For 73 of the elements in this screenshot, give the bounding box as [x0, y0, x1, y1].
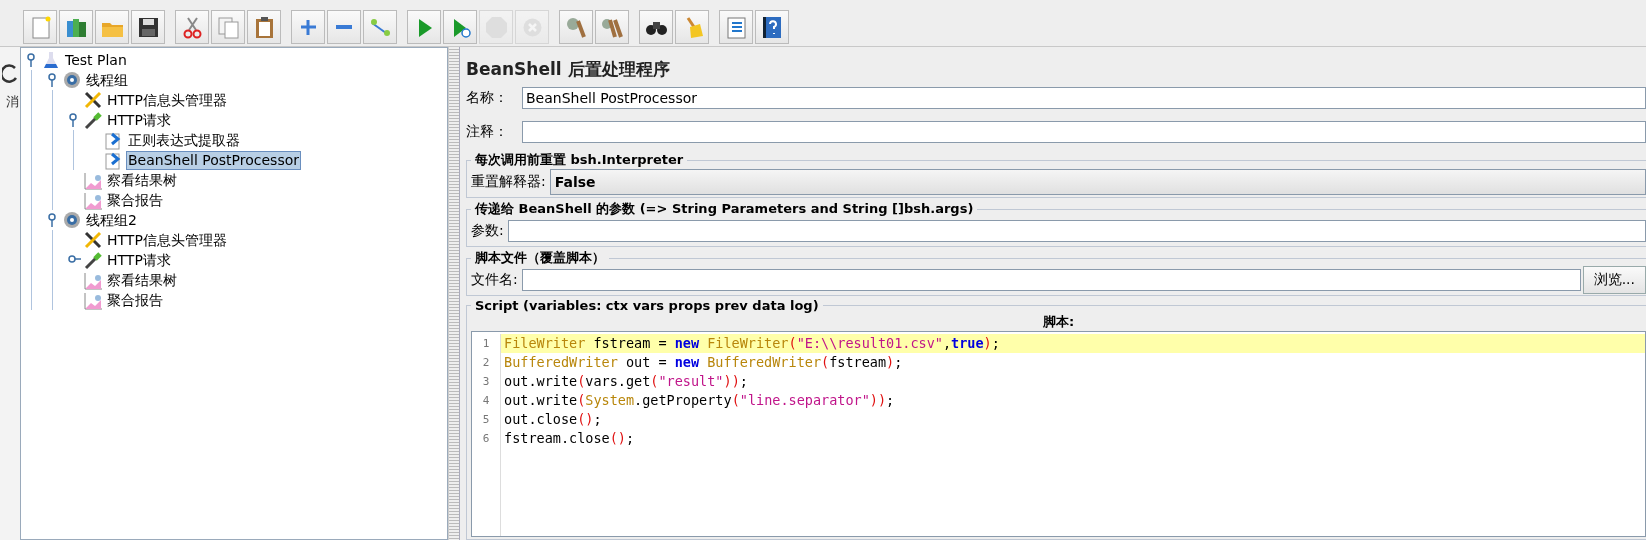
- script-heading: 脚本:: [1041, 313, 1076, 331]
- code-line: FileWriter fstream = new FileWriter("E:\\result01.csv",true);: [504, 335, 1000, 351]
- code-line: out.write(System.getProperty("line.separator"));: [504, 392, 895, 408]
- code-line: BufferedWriter out = new BufferedWriter(fstream);: [504, 354, 903, 370]
- copy-icon: [215, 14, 241, 40]
- pipette-icon: [83, 110, 103, 130]
- line-number: 3: [481, 374, 491, 390]
- text-field[interactable]: BeanShell PostProcessor: [522, 87, 1646, 109]
- tree-item[interactable]: 正则表达式提取器: [126, 130, 242, 150]
- tree-item[interactable]: HTTP请求: [105, 250, 173, 270]
- refresh-icon: [2, 63, 18, 85]
- search-button[interactable]: [639, 10, 673, 44]
- clear-button[interactable]: [559, 10, 593, 44]
- gear-icon: [62, 70, 82, 90]
- field-label: 文件名:: [471, 271, 519, 289]
- line-number: 5: [481, 412, 491, 428]
- code-line: out.write(vars.get("result"));: [504, 373, 748, 389]
- tree-item[interactable]: 聚合报告: [105, 190, 165, 210]
- minus-icon: [336, 25, 352, 29]
- field-label: 注释：: [466, 123, 509, 141]
- tree-item[interactable]: BeanShell PostProcessor: [126, 150, 301, 170]
- line-number: 6: [481, 431, 491, 447]
- code-line: out.close();: [504, 411, 602, 427]
- chart-icon: [83, 190, 103, 210]
- tree-item[interactable]: 察看结果树: [105, 170, 179, 190]
- tree-item[interactable]: HTTP信息头管理器: [105, 230, 229, 250]
- panel-title: BeanShell 后置处理程序: [466, 58, 671, 81]
- line-number: 1: [481, 336, 491, 352]
- expand-button[interactable]: [291, 10, 325, 44]
- collapse-button[interactable]: [327, 10, 361, 44]
- chart-icon: [83, 170, 103, 190]
- line-number: 4: [481, 393, 491, 409]
- text-field[interactable]: [521, 269, 1581, 291]
- function-helper-button[interactable]: [719, 10, 753, 44]
- group-title: 传递给 BeanShell 的参数 (=> String Parameters and String []bsh.args): [473, 200, 975, 218]
- splitter-handle[interactable]: [448, 47, 459, 540]
- start-no-pause-button[interactable]: [443, 10, 477, 44]
- help-button[interactable]: [755, 10, 789, 44]
- text-field[interactable]: [522, 121, 1646, 143]
- field-label: 重置解释器:: [471, 173, 547, 191]
- tree-item[interactable]: 线程组2: [84, 210, 139, 230]
- wrench-icon: [83, 230, 103, 250]
- tree-item[interactable]: 察看结果树: [105, 270, 179, 290]
- dropdown[interactable]: False: [549, 169, 1646, 195]
- group-title: Script (variables: ctx vars props prev data log): [474, 298, 820, 313]
- tree-item[interactable]: 线程组: [84, 70, 130, 90]
- start-button[interactable]: [407, 10, 441, 44]
- flask-icon: [41, 50, 61, 70]
- group-title: 每次调用前重置 bsh.Interpreter: [474, 151, 685, 169]
- wrench-icon: [83, 90, 103, 110]
- line-number: 2: [481, 355, 491, 371]
- code-line: fstream.close();: [504, 430, 635, 446]
- chart-icon: [83, 290, 103, 310]
- tree-item[interactable]: Test Plan: [63, 50, 129, 70]
- gear-icon: [62, 210, 82, 230]
- tree-item[interactable]: HTTP请求: [105, 110, 173, 130]
- field-label: 参数:: [471, 222, 505, 240]
- chart-icon: [83, 270, 103, 290]
- text-field[interactable]: [507, 220, 1646, 242]
- paste-button[interactable]: [247, 10, 281, 44]
- browse-button[interactable]: 浏览...: [1582, 266, 1646, 294]
- field-label: 名称：: [466, 89, 509, 107]
- toggle-button[interactable]: [363, 10, 397, 44]
- button-label: 消: [6, 93, 19, 111]
- pipette-icon: [83, 250, 103, 270]
- cut-button[interactable]: [175, 10, 209, 44]
- group-title: 脚本文件（覆盖脚本）: [474, 249, 606, 267]
- tree-item[interactable]: HTTP信息头管理器: [105, 90, 229, 110]
- templates-button[interactable]: [59, 10, 93, 44]
- code-editor[interactable]: [471, 331, 1646, 537]
- tree-item[interactable]: 聚合报告: [105, 290, 165, 310]
- save-button[interactable]: [131, 10, 165, 44]
- clear-all-button[interactable]: [595, 10, 629, 44]
